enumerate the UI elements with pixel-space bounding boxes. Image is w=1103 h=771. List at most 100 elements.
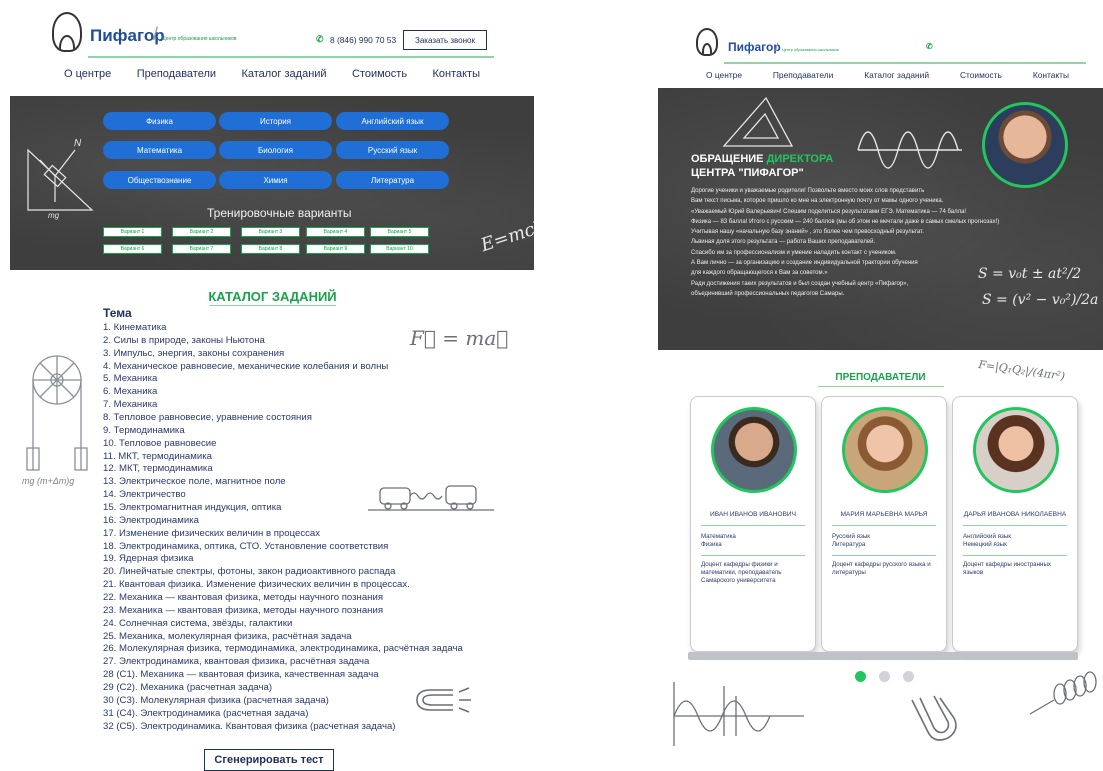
- topic-item[interactable]: 24. Солнечная система, звёзды, галактики: [103, 618, 463, 631]
- topic-item[interactable]: 23. Механика — квантовая физика, методы …: [103, 605, 463, 618]
- teacher-description: Доцент кафедры физики и математики, преп…: [701, 561, 782, 584]
- topic-item[interactable]: 8. Тепловое равновесие, уравнение состоя…: [103, 412, 463, 425]
- phone-icon[interactable]: ✆: [926, 42, 933, 51]
- variant-button[interactable]: Вариант 7: [172, 244, 231, 254]
- topic-item[interactable]: 32 (С5). Электродинамика. Квантовая физи…: [103, 721, 463, 734]
- topic-item[interactable]: 20. Линейчатые спектры, фотоны, закон ра…: [103, 566, 463, 579]
- variant-button[interactable]: Вариант 1: [103, 227, 162, 237]
- letter-line: Учитывая нашу «начальную базу знаний» , …: [691, 229, 924, 236]
- teacher-avatar: [973, 407, 1059, 493]
- catalog-page: Пифагор / Центр образования школьников ✆…: [0, 0, 545, 771]
- topic-list: 1. Кинематика 2. Силы в природе, законы Н…: [103, 322, 463, 734]
- brand-divider: /: [153, 24, 159, 44]
- topic-item[interactable]: 11. МКТ, термодинамика: [103, 451, 463, 464]
- teacher-avatar: [711, 407, 797, 493]
- nav-pricing[interactable]: Стоимость: [960, 70, 1002, 80]
- teacher-name: МАРИЯ МАРЬЕВНА МАРЬЯ: [840, 511, 928, 518]
- graph-sketch-icon: [673, 682, 804, 746]
- pythagoras-logo-icon[interactable]: [52, 12, 82, 52]
- topic-item[interactable]: 7. Механика: [103, 399, 463, 412]
- subject-button-biology[interactable]: Биология: [219, 141, 332, 159]
- carts-sketch-icon: [368, 485, 494, 511]
- pythagoras-logo-icon[interactable]: [696, 28, 718, 56]
- topic-item[interactable]: 21. Квантовая физика. Изменение физическ…: [103, 579, 463, 592]
- teacher-card[interactable]: ИВАН ИВАНОВ ИВАНОВИЧ Математика Физика До…: [690, 396, 816, 652]
- topic-item[interactable]: 6. Механика: [103, 386, 463, 399]
- card-divider: [701, 525, 805, 526]
- horseshoe-magnet-sketch-icon: [911, 695, 957, 741]
- carousel-dot-1[interactable]: [855, 671, 866, 682]
- card-shelf: [688, 652, 1078, 660]
- variant-button[interactable]: Вариант 6: [103, 244, 162, 254]
- order-call-button[interactable]: Заказать звонок: [403, 30, 487, 50]
- coil-sketch-icon: [1029, 671, 1097, 715]
- phone-icon: ✆: [316, 34, 324, 44]
- topic-item[interactable]: 19. Ядерная физика: [103, 553, 463, 566]
- nav-catalog[interactable]: Каталог заданий: [864, 70, 929, 80]
- subject-button-math[interactable]: Математика: [103, 141, 216, 159]
- subject-button-english[interactable]: Английский язык: [336, 112, 449, 130]
- director-title-part1: ОБРАЩЕНИЕ: [691, 153, 767, 165]
- nav-catalog[interactable]: Каталог заданий: [241, 68, 326, 80]
- generate-test-button[interactable]: Сгенерировать тест: [204, 749, 334, 771]
- topic-item[interactable]: 29 (С2). Механика (расчетная задача): [103, 682, 463, 695]
- teacher-description: Доцент кафедры русского языка и литерату…: [832, 561, 931, 576]
- topic-item[interactable]: 28 (С1). Механика — квантовая физика, ка…: [103, 669, 463, 682]
- letter-line: Спасибо им за профессионализм и умение н…: [691, 249, 897, 256]
- topic-item[interactable]: 26. Молекулярная физика, термодинамика, …: [103, 643, 463, 656]
- subject-button-russian[interactable]: Русский язык: [336, 141, 449, 159]
- nav-teachers[interactable]: Преподаватели: [137, 68, 216, 80]
- letter-line: Вам текст письма, которое пришло ко мне …: [691, 198, 944, 205]
- nav-about[interactable]: О центре: [706, 70, 742, 80]
- subject-button-social[interactable]: Обществознание: [103, 171, 216, 189]
- topic-item[interactable]: 31 (С4). Электродинамика (расчетная зада…: [103, 708, 463, 721]
- director-letter: Дорогие ученики и уважаемые родители! По…: [691, 186, 1091, 299]
- subject-button-literature[interactable]: Литература: [336, 171, 449, 189]
- pulley-sketch-icon: mg (m+Δm)g: [22, 355, 88, 486]
- variant-button[interactable]: Вариант 4: [306, 227, 365, 237]
- topic-item[interactable]: 25. Механика, молекулярная физика, расчё…: [103, 631, 463, 644]
- topic-item[interactable]: 3. Импульс, энергия, законы сохранения: [103, 348, 463, 361]
- nav-pricing[interactable]: Стоимость: [352, 68, 407, 80]
- topic-item[interactable]: 5. Механика: [103, 373, 463, 386]
- subject-button-chemistry[interactable]: Химия: [219, 171, 332, 189]
- director-page: Пифагор / Центр образования школьников ✆…: [658, 0, 1103, 767]
- nav-teachers[interactable]: Преподаватели: [773, 70, 833, 80]
- topic-item[interactable]: 2. Силы в природе, законы Ньютона: [103, 335, 463, 348]
- topic-item[interactable]: 9. Термодинамика: [103, 425, 463, 438]
- carousel-dot-2[interactable]: [879, 671, 890, 682]
- topic-item[interactable]: 27. Электродинамика, квантовая физика, р…: [103, 656, 463, 669]
- teacher-description: Доцент кафедры иностранных языков: [963, 561, 1051, 576]
- subject-button-physics[interactable]: Физика: [103, 112, 216, 130]
- topic-item[interactable]: 18. Электродинамика, оптика, СТО. Устано…: [103, 541, 463, 554]
- teacher-card[interactable]: ДАРЬЯ ИВАНОВА НИКОЛАЕВНА Английский язык…: [952, 396, 1078, 652]
- topic-item[interactable]: 22. Механика — квантовая физика, методы …: [103, 592, 463, 605]
- subjects-chalkboard: N mg E=mc² Физика История Английский язы…: [10, 96, 534, 270]
- nav-contacts[interactable]: Контакты: [1033, 70, 1069, 80]
- newton-law-sketch: F⃗ = ma⃗: [410, 326, 509, 350]
- variant-button[interactable]: Вариант 3: [241, 227, 300, 237]
- variant-button[interactable]: Вариант 8: [241, 244, 300, 254]
- director-title-part3: ЦЕНТРА "ПИФАГОР": [691, 167, 804, 179]
- topic-item[interactable]: 10. Тепловое равновесие: [103, 438, 463, 451]
- subject-button-history[interactable]: История: [219, 112, 332, 130]
- variant-button[interactable]: Вариант 9: [306, 244, 365, 254]
- variant-button[interactable]: Вариант 2: [172, 227, 231, 237]
- nav-about[interactable]: О центре: [64, 68, 111, 80]
- carousel-dot-3[interactable]: [903, 671, 914, 682]
- topic-item[interactable]: 30 (С3). Молекулярная физика (расчетная …: [103, 695, 463, 708]
- teacher-avatar: [842, 407, 928, 493]
- phone-number[interactable]: 8 (846) 990 70 53: [330, 35, 396, 45]
- variant-button[interactable]: Вариант 10: [370, 244, 429, 254]
- topic-item[interactable]: 4. Механическое равновесие, механические…: [103, 361, 463, 374]
- teacher-name: ИВАН ИВАНОВ ИВАНОВИЧ: [709, 511, 797, 518]
- nav-contacts[interactable]: Контакты: [432, 68, 480, 80]
- header-divider: [724, 62, 1086, 64]
- card-divider: [832, 555, 936, 556]
- variant-button[interactable]: Вариант 5: [370, 227, 429, 237]
- topic-item[interactable]: 17. Изменение физических величин в проце…: [103, 528, 463, 541]
- teacher-card[interactable]: МАРИЯ МАРЬЕВНА МАРЬЯ Русский язык Литерат…: [821, 396, 947, 652]
- topic-item[interactable]: 1. Кинематика: [103, 322, 463, 335]
- catalog-heading: КАТАЛОГ ЗАДАНИЙ: [208, 289, 337, 304]
- brand-name[interactable]: Пифагор: [728, 40, 781, 54]
